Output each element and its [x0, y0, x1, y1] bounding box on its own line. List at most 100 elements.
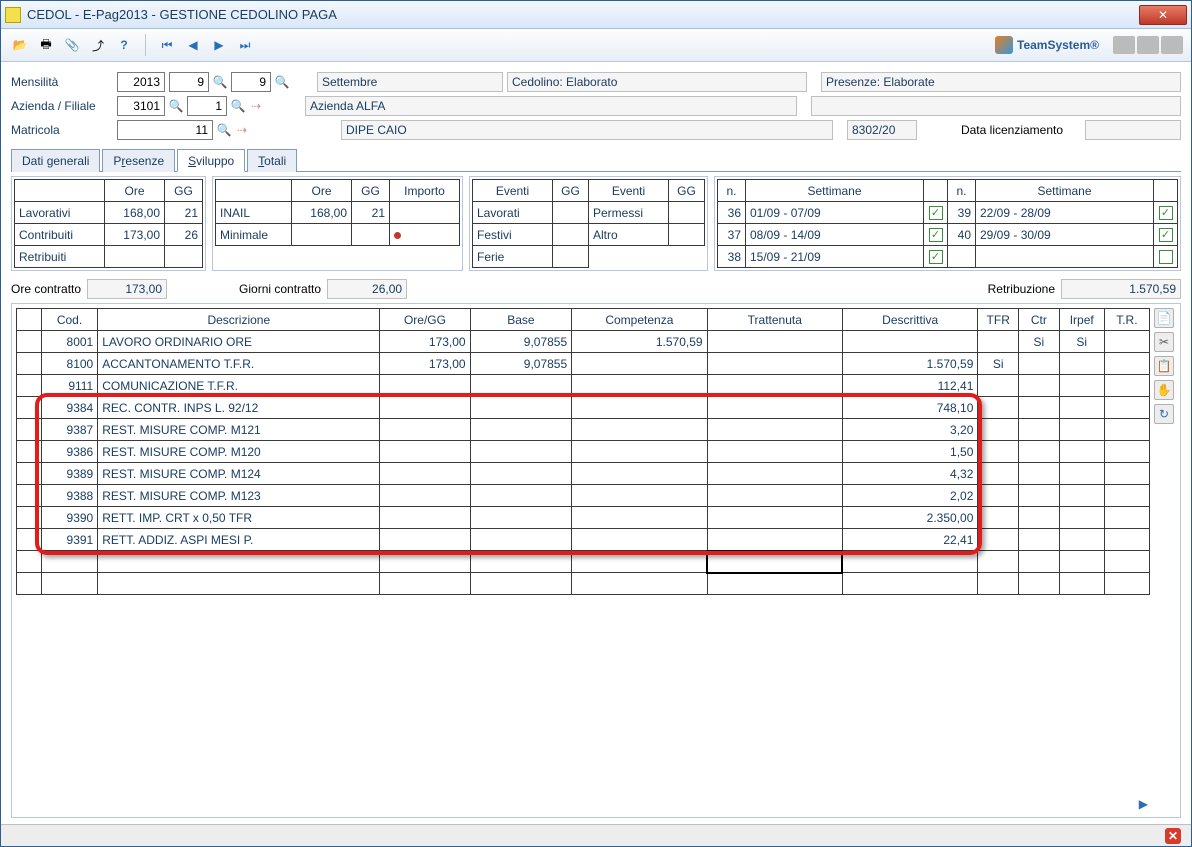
grid-cell[interactable] [978, 463, 1019, 485]
grid-cell[interactable]: 1.570,59 [842, 353, 977, 375]
grid-cell[interactable] [842, 573, 977, 595]
grid-cell[interactable] [1104, 573, 1149, 595]
grid-cell[interactable] [1059, 551, 1104, 573]
table-row[interactable]: 8100ACCANTONAMENTO T.F.R.173,009,078551.… [17, 353, 1150, 375]
grid-cell[interactable] [17, 375, 42, 397]
grid-cell[interactable] [41, 573, 97, 595]
table-row[interactable]: 9388REST. MISURE COMP. M1232,02 [17, 485, 1150, 507]
grid-cell[interactable] [1104, 419, 1149, 441]
table-row[interactable]: 9386REST. MISURE COMP. M1201,50 [17, 441, 1150, 463]
grid-cell[interactable] [1059, 529, 1104, 551]
table-row[interactable]: 9384REC. CONTR. INPS L. 92/12748,10 [17, 397, 1150, 419]
grid-cell[interactable] [380, 441, 470, 463]
grid-cell[interactable] [1019, 573, 1060, 595]
grid-cell[interactable] [1104, 353, 1149, 375]
grid-cell[interactable]: REST. MISURE COMP. M120 [98, 441, 380, 463]
grid-cell[interactable]: 4,32 [842, 463, 977, 485]
grid-cell[interactable] [380, 507, 470, 529]
grid-cell[interactable] [1059, 353, 1104, 375]
tool-refresh-icon[interactable]: ↻ [1154, 404, 1174, 424]
grid-cell[interactable]: LAVORO ORDINARIO ORE [98, 331, 380, 353]
grid-cell[interactable] [707, 507, 842, 529]
grid-cell[interactable] [470, 375, 572, 397]
grid-cell[interactable]: 9,07855 [470, 331, 572, 353]
grid-cell[interactable] [978, 419, 1019, 441]
grid-cell[interactable] [17, 331, 42, 353]
grid-cell[interactable] [978, 397, 1019, 419]
grid-cell[interactable]: Si [1019, 331, 1060, 353]
grid-cell[interactable] [1019, 441, 1060, 463]
grid-cell[interactable]: 9391 [41, 529, 97, 551]
grid-cell[interactable] [978, 331, 1019, 353]
grid-cell[interactable]: 9390 [41, 507, 97, 529]
month2-input[interactable] [231, 72, 271, 92]
grid-cell[interactable] [380, 529, 470, 551]
grid-cell[interactable] [1059, 573, 1104, 595]
grid-cell[interactable] [707, 353, 842, 375]
grid-cell[interactable] [1019, 419, 1060, 441]
month1-input[interactable] [169, 72, 209, 92]
grid-cell[interactable] [17, 441, 42, 463]
grid-header[interactable]: TFR [978, 309, 1019, 331]
grid-cell[interactable] [98, 573, 380, 595]
grid-cell[interactable]: REC. CONTR. INPS L. 92/12 [98, 397, 380, 419]
table-row[interactable]: 9391RETT. ADDIZ. ASPI MESI P.22,41 [17, 529, 1150, 551]
open-icon[interactable]: 📂 [9, 34, 31, 56]
grid-cell[interactable] [17, 485, 42, 507]
grid-cell[interactable] [572, 551, 707, 573]
grid-cell[interactable] [380, 375, 470, 397]
grid-cell[interactable] [1019, 507, 1060, 529]
grid-cell[interactable] [1104, 331, 1149, 353]
tool-paste-icon[interactable]: 📋 [1154, 356, 1174, 376]
grid-cell[interactable] [572, 375, 707, 397]
nav-last-icon[interactable]: ⏭ [234, 34, 256, 56]
grid-cell[interactable]: 9386 [41, 441, 97, 463]
grid-cell[interactable] [1019, 551, 1060, 573]
error-icon[interactable]: ✕ [1165, 828, 1181, 844]
grid-cell[interactable]: 173,00 [380, 331, 470, 353]
grid-cell[interactable] [380, 551, 470, 573]
table-row[interactable]: 9390RETT. IMP. CRT x 0,50 TFR2.350,00 [17, 507, 1150, 529]
grid-header[interactable] [17, 309, 42, 331]
year-input[interactable] [117, 72, 165, 92]
grid-cell[interactable] [1104, 529, 1149, 551]
grid-cell[interactable] [572, 573, 707, 595]
grid-cell[interactable] [1019, 375, 1060, 397]
grid-cell[interactable]: 22,41 [842, 529, 977, 551]
restore-icon[interactable] [1161, 36, 1183, 54]
grid-cell[interactable] [380, 573, 470, 595]
grid-cell[interactable]: 9388 [41, 485, 97, 507]
grid-cell[interactable] [572, 463, 707, 485]
table-row[interactable]: 9387REST. MISURE COMP. M1213,20 [17, 419, 1150, 441]
tab-dati-generali[interactable]: Dati generali [11, 149, 100, 172]
grid-cell[interactable] [470, 441, 572, 463]
grid-cell[interactable] [1104, 397, 1149, 419]
grid-cell[interactable]: 3,20 [842, 419, 977, 441]
grid-cell[interactable] [572, 485, 707, 507]
grid-cell[interactable] [1019, 529, 1060, 551]
grid-cell[interactable] [17, 419, 42, 441]
grid-cell[interactable] [707, 375, 842, 397]
nav-next-icon[interactable]: ▶ [208, 34, 230, 56]
grid-cell[interactable] [380, 463, 470, 485]
grid-cell[interactable]: Si [1059, 331, 1104, 353]
grid-cell[interactable] [1104, 551, 1149, 573]
grid-cell[interactable] [1019, 397, 1060, 419]
scroll-right-icon[interactable]: ▶ [1139, 797, 1148, 811]
search-icon[interactable]: 🔍 [213, 75, 227, 89]
grid-cell[interactable]: 9,07855 [470, 353, 572, 375]
window-close-button[interactable]: ✕ [1139, 5, 1187, 25]
grid-cell[interactable] [1104, 485, 1149, 507]
grid-cell[interactable] [380, 419, 470, 441]
grid-cell[interactable]: 9389 [41, 463, 97, 485]
grid-cell[interactable] [707, 331, 842, 353]
azienda-input[interactable] [117, 96, 165, 116]
export-icon[interactable]: ⤴ [87, 34, 109, 56]
grid-cell[interactable] [707, 463, 842, 485]
link-icon[interactable]: ⇢ [249, 99, 263, 113]
grid-cell[interactable]: 9387 [41, 419, 97, 441]
grid-cell[interactable] [17, 397, 42, 419]
grid-cell[interactable]: 112,41 [842, 375, 977, 397]
grid-cell[interactable] [470, 529, 572, 551]
grid-cell[interactable] [978, 551, 1019, 573]
